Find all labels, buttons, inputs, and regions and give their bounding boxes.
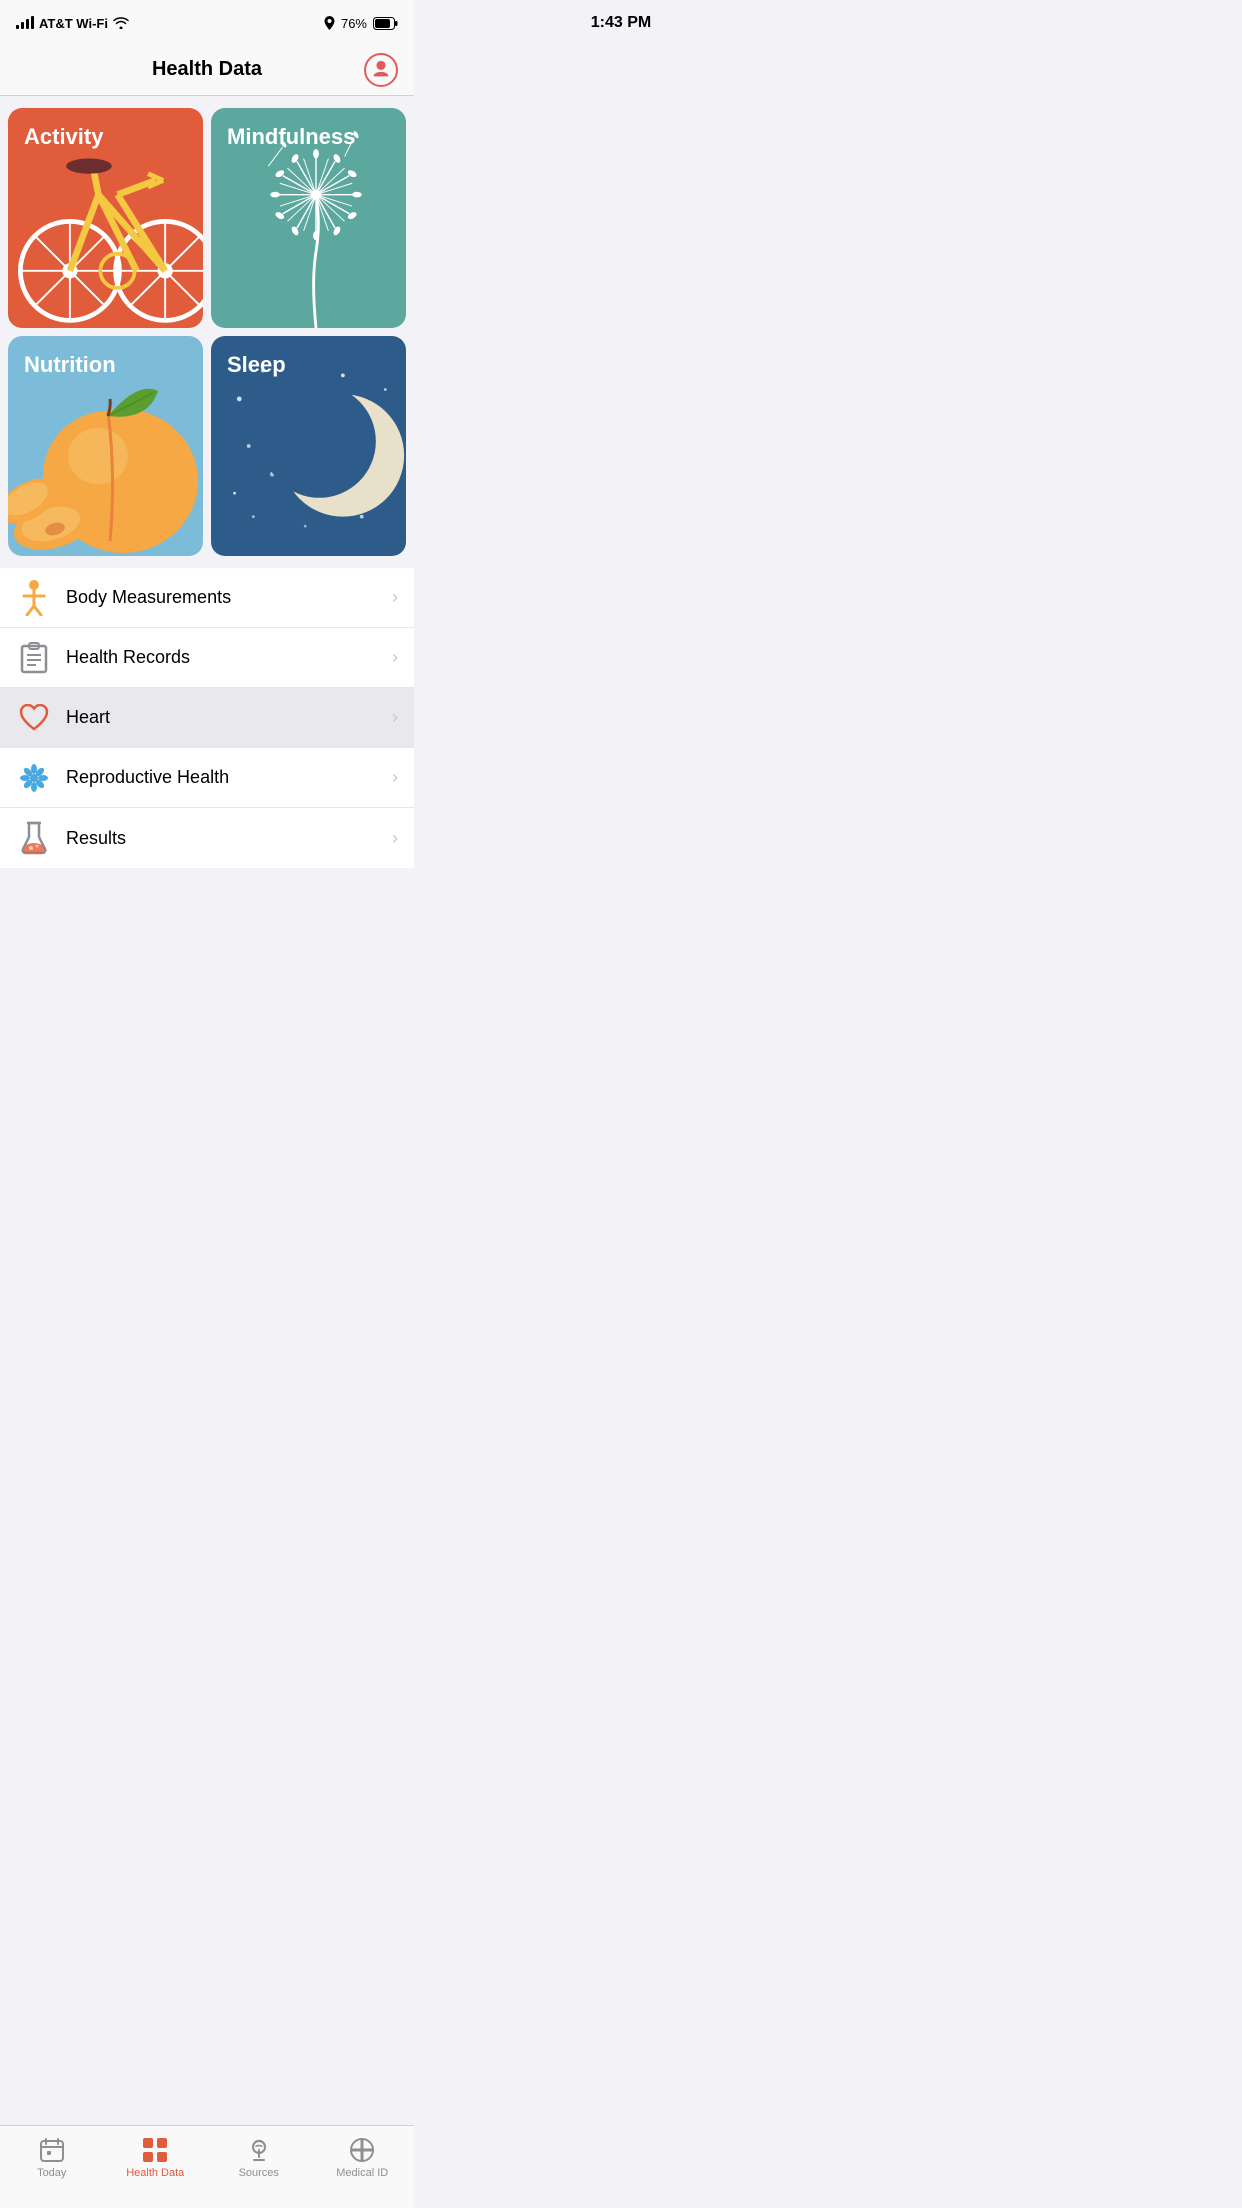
activity-label: Activity [24, 124, 103, 150]
tab-medical-id[interactable]: Medical ID [311, 2136, 415, 2179]
flask-icon [16, 820, 52, 856]
results-chevron: › [392, 828, 398, 849]
status-time: 1:43 PM [591, 14, 651, 32]
results-item[interactable]: Results › [0, 808, 414, 868]
status-bar: AT&T Wi-Fi 1:43 PM 76% [0, 0, 414, 44]
tab-sources[interactable]: Sources [207, 2136, 311, 2179]
carrier-label: AT&T Wi-Fi [39, 16, 108, 31]
clipboard-icon [16, 640, 52, 676]
heart-label: Heart [66, 707, 392, 728]
nutrition-label: Nutrition [24, 352, 116, 378]
results-label: Results [66, 828, 392, 849]
tab-health-data-label: Health Data [126, 2167, 184, 2179]
wifi-icon [113, 17, 129, 29]
reproductive-health-label: Reproductive Health [66, 767, 392, 788]
heart-chevron: › [392, 707, 398, 728]
tab-medical-id-label: Medical ID [336, 2167, 388, 2179]
today-tab-icon [38, 2136, 66, 2164]
mindfulness-label: Mindfulness [227, 124, 355, 150]
tab-sources-label: Sources [239, 2167, 279, 2179]
body-measurements-label: Body Measurements [66, 587, 392, 608]
body-measurements-chevron: › [392, 587, 398, 608]
mindfulness-card[interactable]: Mindfulness [211, 108, 406, 328]
tab-today[interactable]: Today [0, 2136, 104, 2179]
medical-id-tab-icon [348, 2136, 376, 2164]
nutrition-card[interactable]: Nutrition [8, 336, 203, 556]
health-data-tab-icon [141, 2136, 169, 2164]
sleep-label: Sleep [227, 352, 286, 378]
reproductive-health-chevron: › [392, 767, 398, 788]
signal-bars [16, 17, 34, 29]
activity-card[interactable]: Activity [8, 108, 203, 328]
reproductive-health-item[interactable]: Reproductive Health › [0, 748, 414, 808]
sources-tab-icon [245, 2136, 273, 2164]
tab-today-label: Today [37, 2167, 66, 2179]
body-measurements-item[interactable]: Body Measurements › [0, 568, 414, 628]
sleep-card[interactable]: Sleep [211, 336, 406, 556]
nav-title: Health Data [152, 58, 262, 81]
person-icon [16, 580, 52, 616]
battery-percent: 76% [341, 16, 367, 31]
health-records-chevron: › [392, 647, 398, 668]
health-records-label: Health Records [66, 647, 392, 668]
tab-health-data[interactable]: Health Data [104, 2136, 208, 2179]
tab-bar: Today Health Data Sources [0, 2125, 414, 2208]
status-right: 76% [324, 16, 398, 31]
heart-item[interactable]: Heart › [0, 688, 414, 748]
profile-button[interactable] [364, 53, 398, 87]
list-section: Body Measurements › Health Records › Hea… [0, 568, 414, 868]
dandelion-art [236, 128, 396, 328]
health-records-item[interactable]: Health Records › [0, 628, 414, 688]
nav-bar: Health Data [0, 44, 414, 96]
heart-icon [16, 700, 52, 736]
cards-grid: Activity [0, 96, 414, 568]
status-left: AT&T Wi-Fi [16, 16, 129, 31]
location-icon [324, 16, 335, 30]
peach-art [8, 371, 203, 556]
bicycle-art [8, 128, 203, 328]
battery-icon [373, 17, 398, 30]
profile-icon [370, 59, 392, 81]
flower-icon [16, 760, 52, 796]
